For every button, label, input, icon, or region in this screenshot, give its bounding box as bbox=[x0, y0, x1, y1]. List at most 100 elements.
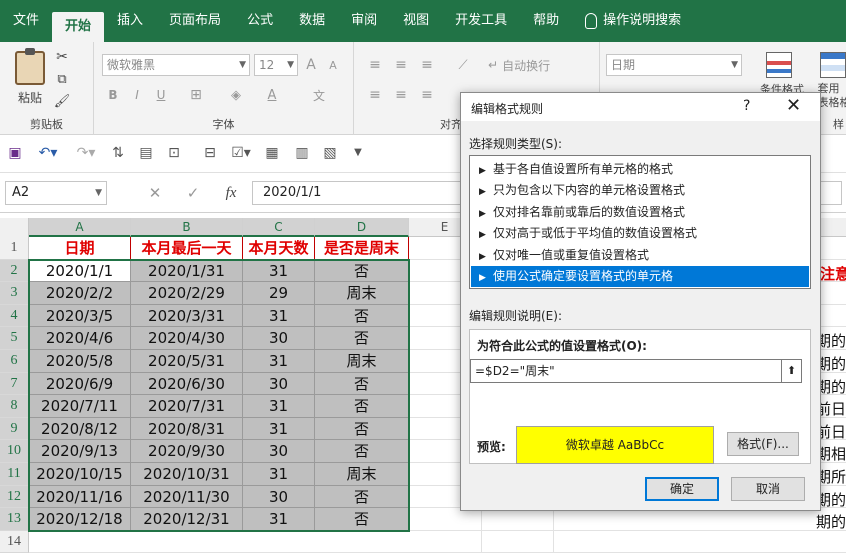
formula-condition-input[interactable]: =$D2="周末" bbox=[470, 359, 782, 383]
table-cell[interactable]: 2020/9/13 bbox=[29, 440, 131, 463]
table-cell[interactable]: 31 bbox=[243, 508, 315, 531]
tab-developer[interactable]: 开发工具 bbox=[442, 0, 520, 42]
name-box[interactable]: A2 ▼ bbox=[5, 181, 107, 205]
form-icon[interactable]: ▤ bbox=[136, 143, 156, 163]
number-format-select[interactable]: 日期 ▼ bbox=[606, 54, 742, 76]
table-cell[interactable]: 2020/1/31 bbox=[131, 259, 243, 283]
row-header-8[interactable]: 8 bbox=[0, 395, 29, 418]
italic-button[interactable]: I bbox=[128, 84, 146, 106]
rule-type-item[interactable]: ▶ 使用公式确定要设置格式的单元格 bbox=[471, 266, 809, 287]
table-cell[interactable]: 周末 bbox=[315, 350, 409, 373]
tab-insert[interactable]: 插入 bbox=[104, 0, 156, 42]
conditional-format-button[interactable] bbox=[764, 50, 794, 80]
table-cell[interactable]: 2020/11/30 bbox=[131, 485, 243, 509]
table-cell[interactable]: 30 bbox=[243, 440, 315, 463]
table-cell[interactable]: 2020/7/31 bbox=[131, 395, 243, 418]
table-cell[interactable]: 2020/12/18 bbox=[29, 508, 131, 531]
cut-icon[interactable]: ✂ bbox=[52, 48, 72, 66]
format-as-table-icon[interactable] bbox=[820, 50, 846, 80]
table-cell[interactable]: 2020/1/1 bbox=[29, 259, 131, 283]
table-cell[interactable]: 31 bbox=[243, 350, 315, 373]
tab-review[interactable]: 审阅 bbox=[338, 0, 390, 42]
table-cell[interactable]: 2020/4/30 bbox=[131, 327, 243, 350]
table-cell[interactable]: 31 bbox=[243, 304, 315, 328]
row-header-9[interactable]: 9 bbox=[0, 417, 29, 441]
table-cell[interactable]: 2020/3/5 bbox=[29, 304, 131, 328]
cancel-entry-icon[interactable]: ✕ bbox=[142, 181, 168, 205]
table-cell[interactable]: 2020/12/31 bbox=[131, 508, 243, 531]
row-header-6[interactable]: 6 bbox=[0, 350, 29, 373]
column-header-d[interactable]: D bbox=[315, 218, 409, 237]
table-cell[interactable]: 周末 bbox=[315, 463, 409, 486]
ok-button[interactable]: 确定 bbox=[645, 477, 719, 501]
table-cell[interactable]: 2020/10/31 bbox=[131, 463, 243, 486]
table-cell[interactable]: 2020/3/31 bbox=[131, 304, 243, 328]
preview-icon[interactable]: ▦ bbox=[262, 143, 282, 163]
table-cell[interactable]: 2020/10/15 bbox=[29, 463, 131, 486]
table-cell[interactable]: 31 bbox=[243, 395, 315, 418]
table-cell[interactable]: 31 bbox=[243, 463, 315, 486]
table-cell[interactable]: 否 bbox=[315, 372, 409, 396]
column-header-a[interactable]: A bbox=[29, 218, 131, 237]
table-cell[interactable]: 2020/9/30 bbox=[131, 440, 243, 463]
print-icon[interactable]: ▥ bbox=[292, 143, 312, 163]
row-header-2[interactable]: 2 bbox=[0, 259, 29, 283]
table-cell[interactable]: 否 bbox=[315, 417, 409, 441]
paste-button[interactable]: 粘贴 bbox=[10, 47, 50, 108]
format-button[interactable]: 格式(F)... bbox=[727, 432, 799, 456]
table-cell[interactable]: 30 bbox=[243, 327, 315, 350]
tab-data[interactable]: 数据 bbox=[286, 0, 338, 42]
row-header-1[interactable]: 1 bbox=[0, 237, 29, 260]
bold-button[interactable]: B bbox=[104, 84, 122, 106]
column-header-b[interactable]: B bbox=[131, 218, 243, 237]
page-icon[interactable]: ▧ bbox=[320, 143, 340, 163]
tab-view[interactable]: 视图 bbox=[390, 0, 442, 42]
table-cell[interactable]: 2020/5/31 bbox=[131, 350, 243, 373]
copy-icon[interactable]: ⧉ bbox=[52, 70, 72, 88]
confirm-entry-icon[interactable]: ✓ bbox=[180, 181, 206, 205]
table-cell[interactable]: 否 bbox=[315, 259, 409, 283]
cancel-button[interactable]: 取消 bbox=[731, 477, 805, 501]
row-header-14[interactable]: 14 bbox=[0, 530, 29, 554]
orientation-icon[interactable]: ⟋ bbox=[452, 54, 474, 76]
insert-function-button[interactable]: fx bbox=[218, 181, 244, 205]
table-cell[interactable]: 否 bbox=[315, 485, 409, 509]
rule-type-item[interactable]: ▶ 仅对唯一值或重复值设置格式 bbox=[471, 245, 809, 266]
select-all-corner[interactable] bbox=[0, 218, 29, 237]
align-top-icon[interactable]: ≡ bbox=[364, 54, 386, 76]
row-header-12[interactable]: 12 bbox=[0, 485, 29, 509]
table-header-cell[interactable]: 是否是周末 bbox=[315, 237, 409, 260]
customize-qat-icon[interactable]: ▼ bbox=[350, 143, 366, 163]
table-cell[interactable]: 2020/8/31 bbox=[131, 417, 243, 441]
grow-font-button[interactable]: A bbox=[302, 54, 320, 76]
tab-home[interactable]: 开始 bbox=[52, 12, 105, 42]
table-cell[interactable]: 2020/7/11 bbox=[29, 395, 131, 418]
table-cell[interactable]: 29 bbox=[243, 282, 315, 305]
table-cell[interactable]: 否 bbox=[315, 327, 409, 350]
table-icon[interactable]: ⊟ bbox=[200, 143, 220, 163]
table-cell[interactable]: 2020/2/2 bbox=[29, 282, 131, 305]
undo-icon[interactable]: ↶▾ bbox=[34, 143, 62, 163]
table-cell[interactable]: 2020/6/9 bbox=[29, 372, 131, 396]
font-color-icon[interactable]: A bbox=[260, 84, 284, 106]
table-cell[interactable]: 周末 bbox=[315, 282, 409, 305]
row-header-13[interactable]: 13 bbox=[0, 508, 29, 531]
row-header-11[interactable]: 11 bbox=[0, 463, 29, 486]
shrink-font-button[interactable]: A bbox=[324, 54, 342, 76]
table-cell[interactable]: 否 bbox=[315, 395, 409, 418]
font-size-select[interactable]: 12 ▼ bbox=[254, 54, 298, 76]
rule-type-item[interactable]: ▶ 基于各自值设置所有单元格的格式 bbox=[471, 159, 809, 180]
rule-type-item[interactable]: ▶ 只为包含以下内容的单元格设置格式 bbox=[471, 180, 809, 201]
table-cell[interactable]: 30 bbox=[243, 372, 315, 396]
row-header-4[interactable]: 4 bbox=[0, 304, 29, 328]
table-cell[interactable]: 2020/5/8 bbox=[29, 350, 131, 373]
rule-type-list[interactable]: ▶ 基于各自值设置所有单元格的格式 ▶ 只为包含以下内容的单元格设置格式 ▶ 仅对排名靠前… bbox=[469, 155, 811, 289]
fill-color-icon[interactable]: ◈ bbox=[224, 84, 248, 106]
table-cell[interactable]: 2020/2/29 bbox=[131, 282, 243, 305]
table-cell[interactable]: 30 bbox=[243, 485, 315, 509]
tab-file[interactable]: 文件 bbox=[0, 0, 52, 42]
table-header-cell[interactable]: 本月天数 bbox=[243, 237, 315, 260]
close-icon[interactable]: ✕ bbox=[786, 95, 801, 116]
tab-page-layout[interactable]: 页面布局 bbox=[156, 0, 234, 42]
align-bottom-icon[interactable]: ≡ bbox=[416, 54, 438, 76]
